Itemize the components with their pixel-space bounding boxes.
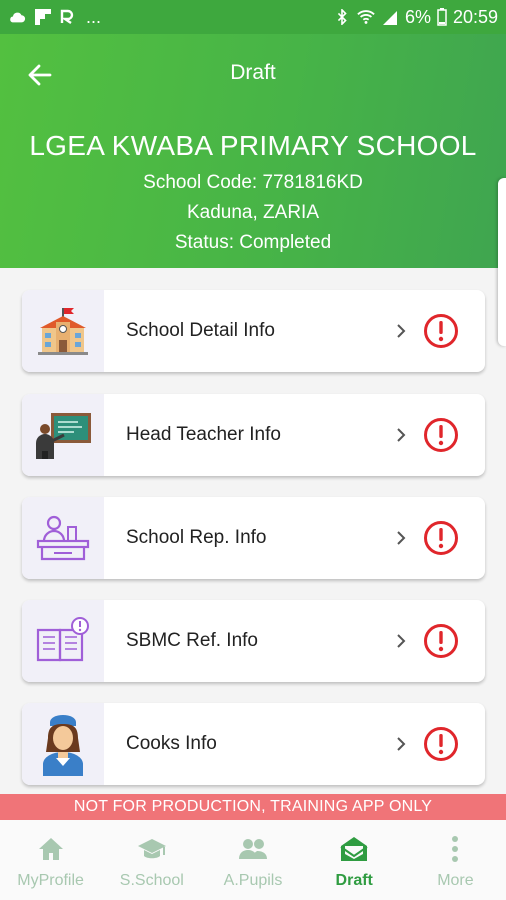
school-building-icon xyxy=(22,290,104,372)
school-code: School Code: 7781816KD xyxy=(143,172,363,193)
cloud-icon xyxy=(10,12,26,23)
alert-icon xyxy=(424,521,458,555)
battery-icon xyxy=(437,8,447,26)
school-name: LGEA KWABA PRIMARY SCHOOL xyxy=(29,130,477,161)
chevron-right-icon xyxy=(397,634,406,648)
school-location: Kaduna, ZARIA xyxy=(186,202,320,223)
teacher-board-icon xyxy=(22,394,104,476)
cook-avatar-icon xyxy=(22,703,104,785)
more-notifications: ... xyxy=(86,6,102,27)
section-card-school-rep[interactable]: School Rep. Info xyxy=(22,497,485,579)
nav-label: A.Pupils xyxy=(223,872,283,889)
nav-apupils[interactable]: A.Pupils xyxy=(202,820,303,900)
bluetooth-icon xyxy=(337,9,347,25)
section-card-sbmc-ref[interactable]: SBMC Ref. Info xyxy=(22,600,485,682)
nav-more[interactable]: More xyxy=(405,820,506,900)
alert-icon xyxy=(424,418,458,452)
nav-sschool[interactable]: S.School xyxy=(101,820,202,900)
section-label: Head Teacher Info xyxy=(126,424,281,445)
alert-icon xyxy=(424,624,458,658)
chevron-right-icon xyxy=(397,324,406,338)
nav-label: Draft xyxy=(335,872,373,889)
school-header: Draft LGEA KWABA PRIMARY SCHOOL School C… xyxy=(0,34,506,268)
nav-label: MyProfile xyxy=(17,872,84,889)
envelope-open-icon xyxy=(340,837,368,861)
scroll-indicator[interactable] xyxy=(498,178,506,346)
page-title: Draft xyxy=(230,61,276,84)
graduation-cap-icon xyxy=(137,839,166,859)
nav-label: S.School xyxy=(119,872,184,889)
home-icon xyxy=(38,838,63,860)
people-icon xyxy=(239,839,267,859)
alert-icon xyxy=(424,727,458,761)
representative-desk-icon xyxy=(22,497,104,579)
nav-label: More xyxy=(437,872,474,889)
flipboard-icon xyxy=(35,9,51,25)
section-card-cooks[interactable]: Cooks Info xyxy=(22,703,485,785)
chevron-right-icon xyxy=(397,737,406,751)
open-book-alert-icon xyxy=(22,600,104,682)
nav-myprofile[interactable]: MyProfile xyxy=(0,820,101,900)
bottom-navigation: MyProfile S.School A.Pupils Draft More xyxy=(0,820,506,900)
section-label: School Rep. Info xyxy=(126,527,267,548)
battery-percent: 6% xyxy=(404,6,431,27)
signal-icon xyxy=(382,11,397,25)
section-label: Cooks Info xyxy=(126,733,217,754)
chevron-right-icon xyxy=(397,428,406,442)
status-bar: ... 6% 20:59 xyxy=(0,0,506,34)
clock: 20:59 xyxy=(452,6,498,27)
chevron-right-icon xyxy=(397,531,406,545)
nav-draft[interactable]: Draft xyxy=(304,820,405,900)
training-banner: NOT FOR PRODUCTION, TRAINING APP ONLY xyxy=(0,794,506,820)
app-notification-icon xyxy=(60,9,74,24)
school-status: Status: Completed xyxy=(174,232,332,253)
wifi-icon xyxy=(357,10,375,24)
section-card-head-teacher[interactable]: Head Teacher Info xyxy=(22,394,485,476)
section-label: School Detail Info xyxy=(126,320,275,341)
alert-icon xyxy=(424,314,458,348)
section-label: SBMC Ref. Info xyxy=(126,630,258,651)
section-card-school-detail[interactable]: School Detail Info xyxy=(22,290,485,372)
more-vertical-icon xyxy=(452,836,459,862)
